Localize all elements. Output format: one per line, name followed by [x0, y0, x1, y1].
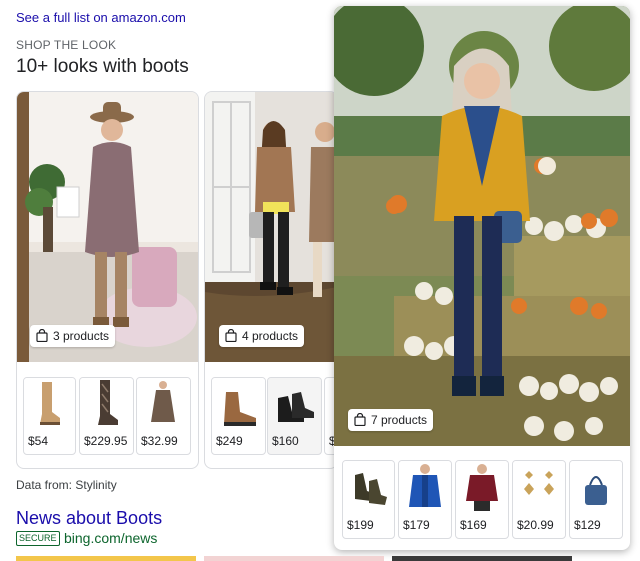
boot-product-image [212, 378, 265, 428]
product-tile[interactable]: $179 [398, 460, 452, 539]
section-title: 10+ looks with boots [16, 56, 189, 77]
boot-product-image [343, 461, 394, 511]
product-tile[interactable]: $32.99 [136, 377, 191, 455]
products-count-label: 4 products [242, 329, 299, 343]
data-source: Data from: Stylinity [16, 478, 117, 492]
news-thumbnail-strip-2[interactable] [204, 556, 384, 561]
jacket-product-image [399, 461, 451, 511]
products-badge-1[interactable]: 3 products [30, 325, 116, 347]
boot-product-image [268, 378, 321, 428]
product-price: $20.99 [517, 518, 554, 532]
product-price: $179 [403, 518, 430, 532]
news-url-link[interactable]: bing.com/news [64, 530, 157, 546]
product-tile[interactable]: $169 [455, 460, 509, 539]
look-photo-1[interactable] [17, 92, 198, 362]
product-tile[interactable]: $160 [267, 377, 322, 455]
products-badge-3[interactable]: 7 products [348, 409, 434, 431]
section-label: SHOP THE LOOK [16, 38, 117, 52]
product-price: $199 [347, 518, 374, 532]
product-price: $160 [272, 434, 299, 448]
product-tile[interactable]: $129 [569, 460, 623, 539]
boot-product-image [24, 378, 75, 428]
product-price: $229.95 [84, 434, 128, 448]
product-price: $32.99 [141, 434, 178, 448]
products-count-label: 3 products [53, 329, 110, 343]
shopping-bag-icon [225, 328, 237, 342]
news-thumbnail-strip-3[interactable] [392, 556, 572, 561]
product-tile[interactable]: $229.95 [79, 377, 134, 455]
news-thumbnail-strip-1[interactable] [16, 556, 196, 561]
product-tile[interactable]: $199 [342, 460, 395, 539]
bag-product-image [570, 461, 622, 511]
look-photo-3[interactable] [334, 6, 630, 446]
product-tile[interactable]: $54 [23, 377, 76, 455]
product-price: $169 [460, 518, 487, 532]
look-card-1[interactable]: 3 products $54 $229.95 $32.99 [16, 91, 199, 469]
dress-product-image [137, 378, 190, 428]
product-tile[interactable]: $249 [211, 377, 266, 455]
shopping-bag-icon [36, 328, 48, 342]
product-price: $54 [28, 434, 49, 448]
product-tile[interactable]: $20.99 [512, 460, 566, 539]
full-list-link[interactable]: See a full list on amazon.com [16, 10, 186, 25]
earrings-product-image [513, 461, 565, 511]
shopping-bag-icon [354, 412, 366, 426]
look-card-2[interactable]: 4 products $249 $160 $ [204, 91, 338, 469]
news-title-link[interactable]: News about Boots [16, 508, 162, 529]
product-price: $129 [574, 518, 601, 532]
boot-product-image [80, 378, 133, 428]
look-photo-2[interactable] [205, 92, 337, 362]
products-badge-2[interactable]: 4 products [219, 325, 305, 347]
product-price: $249 [216, 434, 243, 448]
sweater-product-image [456, 461, 508, 511]
secure-badge: SECURE [16, 531, 60, 546]
products-count-label: 7 products [371, 413, 428, 427]
look-card-3[interactable]: 7 products $199 $179 $169 $20.99 $129 [334, 6, 630, 550]
